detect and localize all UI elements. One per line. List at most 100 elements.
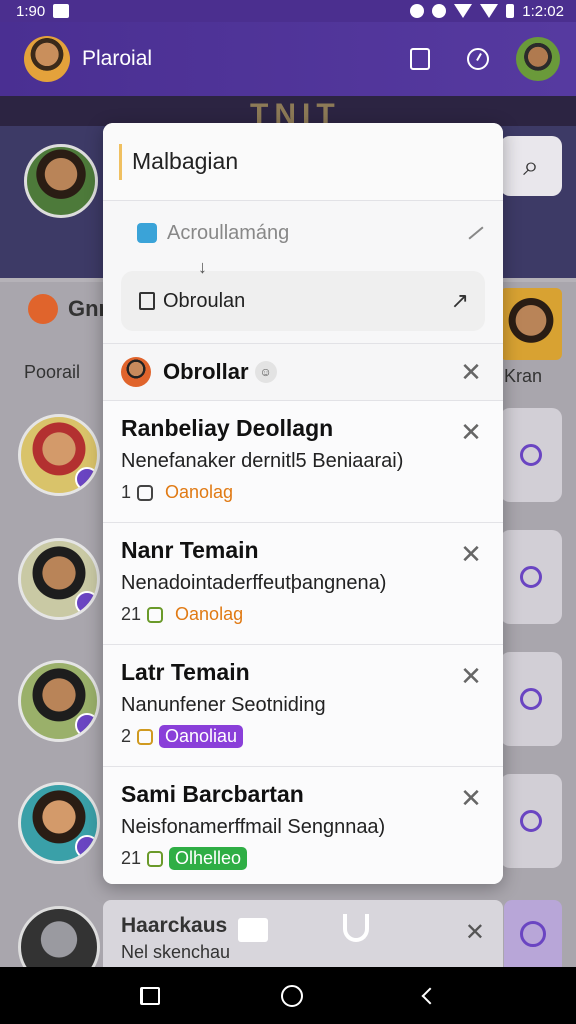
home-button[interactable]	[280, 984, 303, 1007]
contact-action-icon	[520, 688, 542, 710]
document-button[interactable]	[400, 39, 440, 79]
file-icon	[139, 292, 155, 310]
plant-icon	[147, 606, 164, 623]
signal-icon	[480, 4, 499, 18]
group-title: Obrollar	[163, 359, 249, 384]
microphone-icon[interactable]	[343, 914, 369, 942]
contact-action-button[interactable]	[500, 530, 562, 624]
alarm-icon	[432, 4, 447, 18]
status-clock: 1:2:02	[522, 2, 564, 20]
side-label: Kran	[504, 366, 543, 386]
search-field[interactable]: Malbagian	[103, 123, 503, 201]
search-field-value[interactable]: Malbagian	[132, 148, 238, 175]
section-icon	[28, 294, 58, 324]
item-desc: Nenefanaker dernitl5 Beniaarai)	[121, 450, 404, 472]
battery-icon	[506, 4, 515, 18]
arrow-down-icon: ↓	[198, 257, 207, 277]
contact-badge	[75, 591, 97, 615]
wifi-icon	[454, 4, 473, 18]
contact-avatar[interactable]	[18, 782, 100, 864]
calendar-icon	[137, 223, 157, 243]
item-name: Latr Temain	[121, 659, 250, 685]
status-bar: 1:90 1:2:02	[0, 0, 576, 22]
contact-avatar[interactable]	[18, 660, 100, 742]
suggestion-item[interactable]: Acroullamáng	[103, 201, 503, 265]
list-item[interactable]: Ranbeliay Deollagn Nenefanaker dernitl5 …	[103, 401, 503, 523]
suggestions-panel: Malbagian Acroullamáng ↓ Obroulan ↗ Obro…	[103, 123, 503, 884]
timer-icon	[467, 48, 489, 70]
close-icon[interactable]: ✕	[457, 359, 485, 385]
contact-avatar[interactable]	[18, 538, 100, 620]
profile-avatar[interactable]	[516, 37, 560, 81]
list-item[interactable]: Sami Barcbartan Neisfonamerffmail Sengnn…	[103, 767, 503, 884]
item-meta: 21 Olhelleo	[121, 847, 485, 870]
status-tag: Oanoliau	[159, 725, 244, 748]
item-desc: Nanunfener Seotniding	[121, 694, 326, 716]
close-icon[interactable]: ✕	[457, 785, 485, 811]
contact-badge	[75, 835, 97, 859]
insert-arrow-icon[interactable]: ↗	[451, 288, 469, 314]
app-avatar[interactable]	[24, 36, 70, 82]
back-button[interactable]	[421, 987, 439, 1004]
item-count: 21	[121, 848, 142, 868]
hero-avatar	[24, 144, 98, 218]
item-meta: 1 Oanolag	[121, 481, 485, 504]
edit-icon[interactable]	[468, 226, 484, 240]
bottom-card-name: Haarckaus	[121, 914, 228, 937]
search-icon: ⌕	[523, 149, 539, 181]
status-tag: Olhelleo	[169, 847, 248, 870]
sync-icon	[410, 4, 425, 18]
close-icon[interactable]: ✕	[457, 541, 485, 567]
timer-button[interactable]	[458, 39, 498, 79]
bottom-card[interactable]: Haarckaus Nel skenchau ✕	[103, 900, 503, 967]
contact-action-icon	[520, 444, 542, 466]
plant-icon	[137, 728, 154, 745]
contact-action-button[interactable]	[500, 774, 562, 868]
item-meta: 2 Oanoliau	[121, 725, 485, 748]
app-bar: Plaroial	[0, 22, 576, 96]
emoji-icon: ☺	[254, 361, 277, 383]
notification-icon	[53, 4, 70, 18]
search-button[interactable]: ⌕	[500, 136, 562, 196]
recent-apps-button[interactable]	[140, 986, 161, 1005]
item-name: Ranbeliay Deollagn	[121, 415, 334, 441]
contact-badge	[75, 713, 97, 737]
suggestion-item-selected[interactable]: Obroulan ↗	[121, 271, 485, 331]
suggestion-label: Acroullamáng	[167, 221, 290, 244]
item-meta: 21 Oanolag	[121, 603, 485, 626]
close-icon[interactable]: ✕	[465, 918, 485, 947]
item-count: 2	[121, 726, 132, 746]
sticker-icon	[137, 484, 154, 501]
keyboard-icon[interactable]	[238, 918, 268, 942]
contact-badge	[75, 467, 97, 491]
contact-action-button[interactable]	[500, 408, 562, 502]
list-item[interactable]: Nanr Temain Nenadointaderffeutþangnena) …	[103, 523, 503, 645]
bottom-card-desc: Nel skenchau	[121, 942, 231, 962]
item-name: Nanr Temain	[121, 537, 259, 563]
item-desc: Nenadointaderffeutþangnena)	[121, 572, 387, 594]
item-count: 1	[121, 482, 132, 502]
group-header: Obrollar ☺ ✕	[103, 343, 503, 401]
contact-action-icon	[520, 810, 542, 832]
status-time: 1:90	[16, 2, 46, 20]
timer-action-button[interactable]	[504, 900, 562, 967]
suggestion-label: Obroulan	[163, 289, 246, 312]
section-label: Gnr	[68, 296, 108, 321]
list-item[interactable]: Latr Temain Nanunfener Seotniding 2 Oano…	[103, 645, 503, 767]
document-icon	[410, 48, 430, 70]
group-avatar	[121, 357, 151, 387]
timer-icon	[520, 920, 546, 947]
item-name: Sami Barcbartan	[121, 781, 304, 807]
close-icon[interactable]: ✕	[457, 663, 485, 689]
contact-action-button[interactable]	[500, 652, 562, 746]
side-avatar	[500, 288, 562, 360]
app-title: Plaroial	[82, 47, 153, 70]
close-icon[interactable]: ✕	[457, 419, 485, 445]
plant-icon	[147, 850, 164, 867]
status-tag: Oanolag	[175, 604, 244, 624]
navigation-bar	[0, 967, 576, 1024]
tab-label[interactable]: Poorail	[24, 362, 80, 383]
text-caret	[119, 143, 122, 180]
contact-avatar[interactable]	[18, 414, 100, 496]
status-tag: Oanolag	[165, 482, 234, 502]
